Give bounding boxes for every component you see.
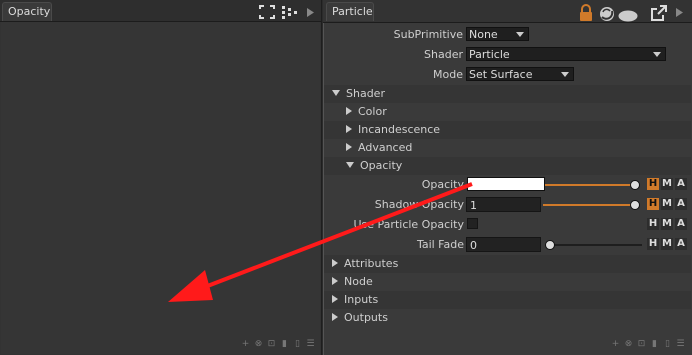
- annotation-arrow-icon: [168, 182, 473, 302]
